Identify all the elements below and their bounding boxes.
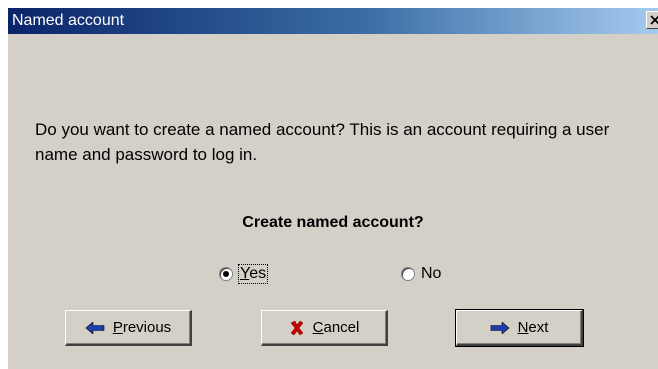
question-label: Create named account? — [242, 214, 424, 231]
radio-yes-label[interactable]: Yes — [237, 264, 269, 284]
cancel-label: Cancel — [312, 319, 360, 336]
description-text: Do you want to create a named account? T… — [35, 120, 610, 164]
radio-yes[interactable]: Yes — [219, 264, 269, 284]
previous-label: Previous — [112, 319, 172, 336]
next-label: Next — [517, 319, 549, 336]
dialog-window: Named account Do you want to create a na… — [8, 8, 658, 369]
radio-button-unchecked[interactable] — [401, 267, 415, 281]
title-bar[interactable]: Named account — [8, 8, 658, 34]
cancel-button[interactable]: Cancel — [261, 310, 388, 346]
next-button[interactable]: Next — [455, 309, 584, 347]
arrow-right-icon — [490, 321, 510, 334]
radio-no[interactable]: No — [401, 264, 441, 284]
arrow-left-icon — [85, 321, 105, 334]
close-button[interactable] — [646, 11, 658, 29]
radio-button-checked[interactable] — [219, 267, 233, 281]
radio-no-label[interactable]: No — [421, 265, 441, 283]
previous-button[interactable]: Previous — [65, 310, 192, 346]
red-x-icon — [290, 320, 304, 335]
close-icon — [650, 15, 658, 25]
window-title: Named account — [12, 12, 125, 29]
